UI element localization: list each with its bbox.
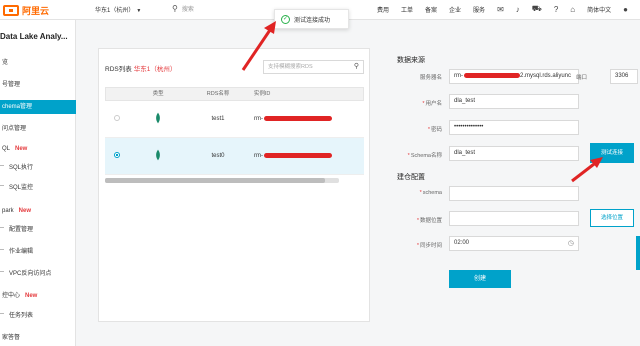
annotation-arrow-line [241, 26, 274, 71]
annotation-arrows [241, 21, 603, 183]
